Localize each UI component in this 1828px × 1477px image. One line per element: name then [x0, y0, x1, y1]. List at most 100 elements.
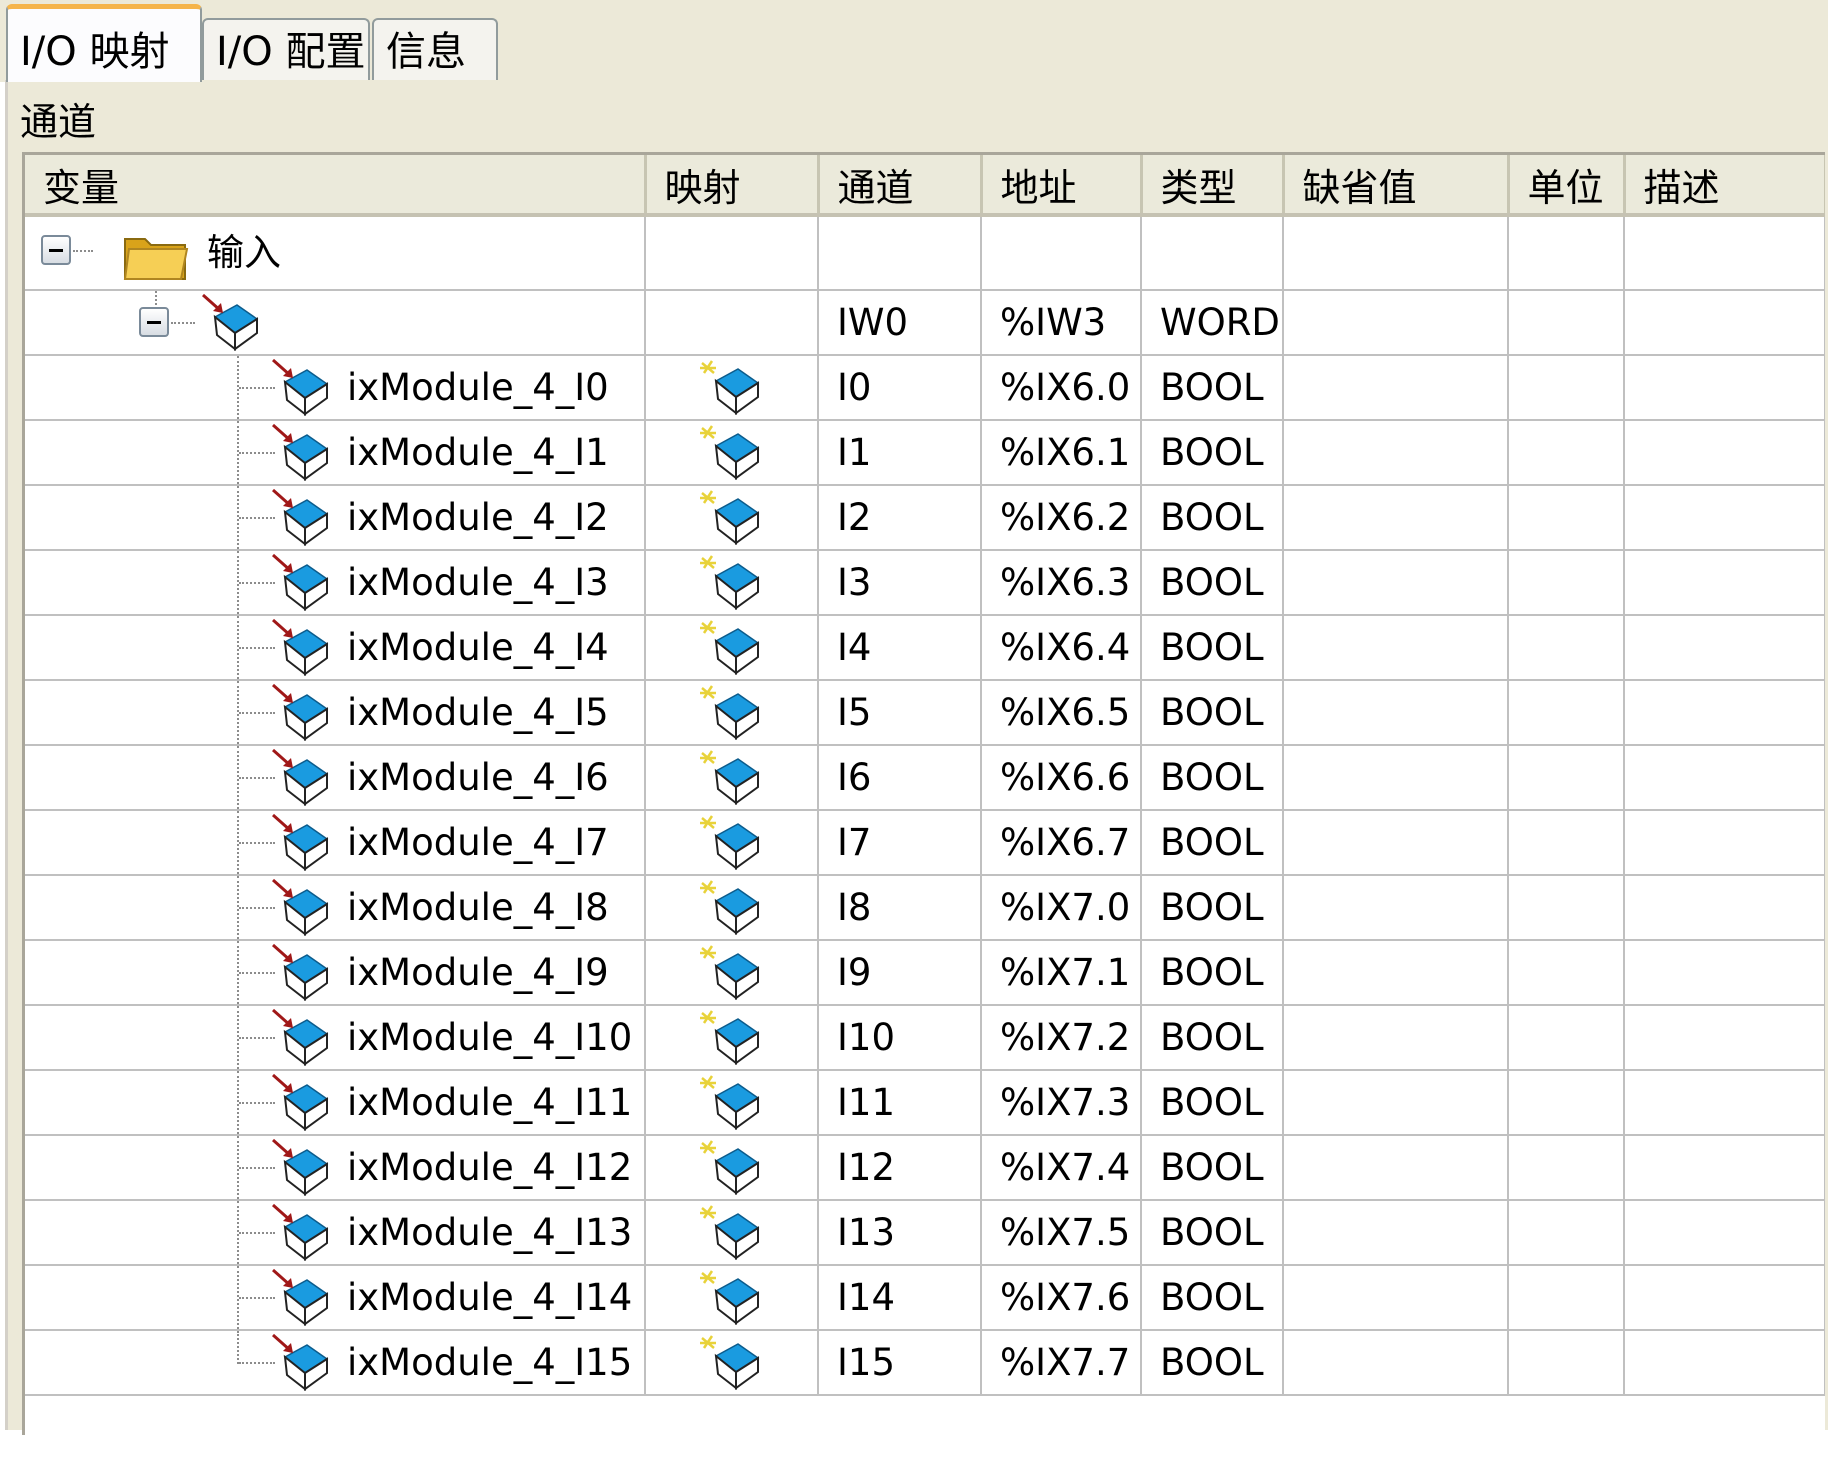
column-header-default-value[interactable]: 缺省值 — [1283, 155, 1510, 217]
table-row[interactable]: ixModule_4_I14 I14 %IX7.6 BOOL — [25, 1265, 1825, 1331]
cell-channel: I13 — [818, 1200, 982, 1266]
cell-type: BOOL — [1141, 1330, 1284, 1396]
cell-mapping[interactable] — [645, 1330, 819, 1396]
variable-name[interactable]: ixModule_4_I8 — [347, 876, 609, 938]
cell-unit — [1508, 355, 1625, 421]
cell-mapping[interactable] — [645, 810, 819, 876]
cell-unit — [1508, 1005, 1625, 1071]
cell-mapping[interactable] — [645, 420, 819, 486]
table-row[interactable]: ixModule_4_I11 I11 %IX7.3 BOOL — [25, 1070, 1825, 1136]
cell-type: BOOL — [1141, 810, 1284, 876]
table-row[interactable]: ixModule_4_I12 I12 %IX7.4 BOOL — [25, 1135, 1825, 1201]
collapse-icon[interactable] — [139, 307, 169, 337]
cell-channel: I10 — [818, 1005, 982, 1071]
input-channel-icon — [272, 1268, 329, 1327]
variable-name[interactable]: ixModule_4_I4 — [347, 616, 609, 678]
cell-default — [1283, 1200, 1509, 1266]
cell-unit — [1508, 1200, 1625, 1266]
cell-description — [1624, 1265, 1825, 1331]
table-row[interactable]: ixModule_4_I3 I3 %IX6.3 BOOL — [25, 550, 1825, 616]
input-channel-icon — [272, 1008, 329, 1067]
tree-row-word[interactable]: IW0 %IW3 WORD — [25, 290, 1825, 356]
cell-unit — [1508, 615, 1625, 681]
column-header-type[interactable]: 类型 — [1141, 155, 1285, 217]
table-row[interactable]: ixModule_4_I6 I6 %IX6.6 BOOL — [25, 745, 1825, 811]
cell-mapping[interactable] — [645, 1005, 819, 1071]
cell-description — [1624, 355, 1825, 421]
cell-variable: ixModule_4_I12 — [25, 1135, 646, 1201]
variable-name[interactable]: ixModule_4_I11 — [347, 1071, 632, 1133]
cell-description — [1624, 810, 1825, 876]
cell-mapping[interactable] — [645, 485, 819, 551]
collapse-icon[interactable] — [41, 235, 71, 265]
table-row[interactable]: ixModule_4_I0 I0 %IX6.0 BOOL — [25, 355, 1825, 421]
table-row[interactable]: ixModule_4_I5 I5 %IX6.5 BOOL — [25, 680, 1825, 746]
table-row[interactable]: ixModule_4_I4 I4 %IX6.4 BOOL — [25, 615, 1825, 681]
tree-connector — [239, 1167, 275, 1169]
cell-unit — [1508, 810, 1625, 876]
cell-type: BOOL — [1141, 420, 1284, 486]
column-header-channel[interactable]: 通道 — [818, 155, 983, 217]
column-header-unit[interactable]: 单位 — [1508, 155, 1626, 217]
cell-mapping[interactable] — [645, 1200, 819, 1266]
cell-address: %IX7.2 — [981, 1005, 1142, 1071]
cell-mapping[interactable] — [645, 1265, 819, 1331]
variable-name[interactable]: ixModule_4_I9 — [347, 941, 609, 1003]
cell-mapping[interactable] — [645, 940, 819, 1006]
cell-mapping[interactable] — [645, 875, 819, 941]
variable-name[interactable]: ixModule_4_I15 — [347, 1331, 632, 1393]
cell-mapping[interactable] — [645, 1135, 819, 1201]
cell-mapping[interactable] — [645, 355, 819, 421]
tree-connector — [73, 250, 93, 252]
cell-address: %IX6.2 — [981, 485, 1142, 551]
table-row[interactable]: ixModule_4_I8 I8 %IX7.0 BOOL — [25, 875, 1825, 941]
table-row[interactable]: ixModule_4_I7 I7 %IX6.7 BOOL — [25, 810, 1825, 876]
column-header-address[interactable]: 地址 — [981, 155, 1143, 217]
tab-io-config[interactable]: I/O 配置 — [202, 18, 370, 82]
variable-name[interactable]: ixModule_4_I1 — [347, 421, 609, 483]
cell-mapping[interactable] — [645, 550, 819, 616]
tree-connector — [171, 322, 195, 324]
cell-mapping[interactable] — [645, 680, 819, 746]
cell-mapping[interactable] — [645, 1070, 819, 1136]
variable-name[interactable]: ixModule_4_I5 — [347, 681, 609, 743]
cell-channel: I8 — [818, 875, 982, 941]
table-row[interactable]: ixModule_4_I10 I10 %IX7.2 BOOL — [25, 1005, 1825, 1071]
mapping-variable-icon — [700, 749, 760, 805]
variable-name[interactable]: ixModule_4_I7 — [347, 811, 609, 873]
variable-name[interactable]: ixModule_4_I13 — [347, 1201, 632, 1263]
table-row[interactable]: ixModule_4_I13 I13 %IX7.5 BOOL — [25, 1200, 1825, 1266]
column-header-mapping[interactable]: 映射 — [645, 155, 820, 217]
table-row[interactable]: ixModule_4_I9 I9 %IX7.1 BOOL — [25, 940, 1825, 1006]
table-row[interactable]: ixModule_4_I1 I1 %IX6.1 BOOL — [25, 420, 1825, 486]
variable-name[interactable]: ixModule_4_I6 — [347, 746, 609, 808]
cell-channel: I1 — [818, 420, 982, 486]
cell-default — [1283, 875, 1509, 941]
cell-variable: ixModule_4_I4 — [25, 615, 646, 681]
cell-mapping[interactable] — [645, 745, 819, 811]
input-channel-icon — [272, 618, 329, 677]
variable-name[interactable]: ixModule_4_I12 — [347, 1136, 632, 1198]
variable-name[interactable]: ixModule_4_I3 — [347, 551, 609, 613]
cell-variable: ixModule_4_I5 — [25, 680, 646, 746]
cell-mapping[interactable] — [645, 615, 819, 681]
cell-unit — [1508, 680, 1625, 746]
column-header-variable[interactable]: 变量 — [25, 155, 647, 217]
table-row[interactable]: ixModule_4_I15 I15 %IX7.7 BOOL — [25, 1330, 1825, 1396]
variable-name[interactable]: ixModule_4_I10 — [347, 1006, 632, 1068]
column-header-description[interactable]: 描述 — [1624, 155, 1825, 217]
cell-description — [1624, 1005, 1825, 1071]
variable-name[interactable]: ixModule_4_I0 — [347, 356, 609, 418]
cell-description — [1624, 290, 1825, 356]
tab-io-mapping[interactable]: I/O 映射 — [6, 4, 202, 82]
cell-address: %IX7.7 — [981, 1330, 1142, 1396]
table-row[interactable]: ixModule_4_I2 I2 %IX6.2 BOOL — [25, 485, 1825, 551]
cell-unit — [1508, 940, 1625, 1006]
variable-name[interactable]: ixModule_4_I2 — [347, 486, 609, 548]
variable-name[interactable]: ixModule_4_I14 — [347, 1266, 632, 1328]
tab-info[interactable]: 信息 — [372, 18, 498, 82]
cell-address — [981, 215, 1142, 291]
tree-row-inputs[interactable]: 输入 — [25, 215, 1825, 291]
tree-connector — [239, 712, 275, 714]
cell-channel — [818, 215, 982, 291]
